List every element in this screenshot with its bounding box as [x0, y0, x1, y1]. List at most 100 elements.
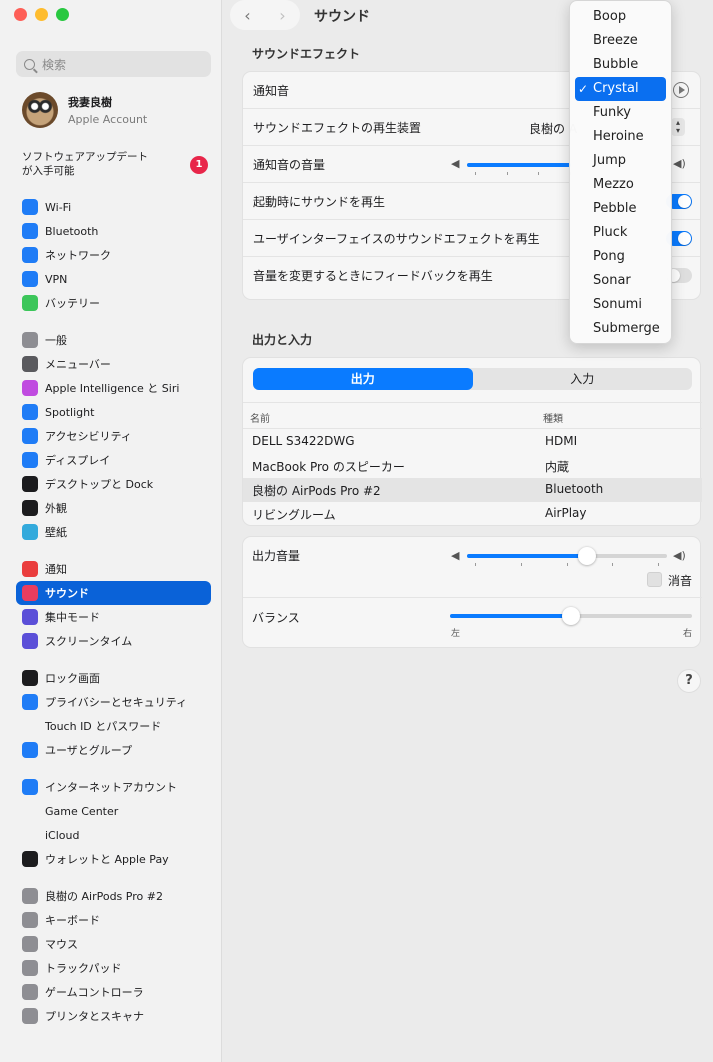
speaker-low-icon: ◀	[451, 549, 460, 562]
sidebar-item-users[interactable]: ユーザとグループ	[16, 738, 211, 762]
sidebar-item-bluetooth[interactable]: Bluetooth	[16, 219, 211, 243]
alert-volume-slider[interactable]	[467, 163, 571, 167]
minimize-window-button[interactable]	[35, 8, 48, 21]
account-item[interactable]: 我妻良樹 Apple Account	[22, 92, 147, 128]
menu-item[interactable]: Jump	[575, 149, 666, 173]
sidebar-item-airpods[interactable]: 良樹の AirPods Pro #2	[16, 884, 211, 908]
menu-item[interactable]: Sonar	[575, 269, 666, 293]
sidebar-item-accessibility[interactable]: アクセシビリティ	[16, 424, 211, 448]
alert-volume-ticks	[475, 172, 571, 175]
nav-group-accounts: インターネットアカウント Game Center iCloud ウォレットと Appl…	[16, 775, 211, 871]
sidebar-item-gear[interactable]: 一般	[16, 328, 211, 352]
sidebar-item-privacy-hand[interactable]: プライバシーとセキュリティ	[16, 690, 211, 714]
menu-item[interactable]: Sonumi	[575, 293, 666, 317]
help-button[interactable]: ?	[677, 669, 701, 693]
sidebar-item-display[interactable]: ディスプレイ	[16, 448, 211, 472]
sidebar-item-focus[interactable]: 集中モード	[16, 605, 211, 629]
sidebar-item-keyboard[interactable]: キーボード	[16, 908, 211, 932]
software-update-item[interactable]: ソフトウェアアップデートが入手可能 1	[22, 150, 208, 178]
sidebar-item-network[interactable]: ネットワーク	[16, 243, 211, 267]
zoom-window-button[interactable]	[56, 8, 69, 21]
balance-slider[interactable]	[450, 607, 692, 625]
battery-icon	[22, 295, 38, 311]
sidebar-item-sound[interactable]: サウンド	[16, 581, 211, 605]
menu-item[interactable]: Submerge	[575, 317, 666, 341]
sidebar-item-trackpad[interactable]: トラックパッド	[16, 956, 211, 980]
mute-checkbox[interactable]	[647, 572, 662, 587]
trackpad-icon	[22, 960, 38, 976]
menu-item[interactable]: Pebble	[575, 197, 666, 221]
tab-output[interactable]: 出力	[253, 368, 473, 390]
menu-item[interactable]: Breeze	[575, 29, 666, 53]
output-device-stepper[interactable]: ▴ ▾	[671, 118, 685, 136]
sidebar-item-label: VPN	[45, 272, 68, 286]
sidebar-item-label: Touch ID とパスワード	[45, 720, 162, 733]
sidebar-item-menubar[interactable]: メニューバー	[16, 352, 211, 376]
sidebar-item-lock[interactable]: ロック画面	[16, 666, 211, 690]
device-name: 良樹の AirPods Pro #2	[252, 484, 381, 498]
nav-group-system: 一般メニューバー Apple Intelligence と Siri Spotlig…	[16, 328, 211, 544]
sidebar-item-label: 一般	[45, 334, 67, 347]
bluetooth-icon	[22, 223, 38, 239]
gamecontroller-icon	[22, 984, 38, 1000]
menu-item[interactable]: Funky	[575, 101, 666, 125]
table-row-selected[interactable]: 良樹の AirPods Pro #2 Bluetooth	[243, 478, 702, 502]
sidebar-item-label: 外観	[45, 502, 67, 515]
tab-input[interactable]: 入力	[473, 368, 693, 390]
sidebar-item-label: プリンタとスキャナ	[45, 1010, 144, 1023]
sidebar-item-battery[interactable]: バッテリー	[16, 291, 211, 315]
sidebar-item-at[interactable]: インターネットアカウント	[16, 775, 211, 799]
table-row[interactable]: MacBook Pro のスピーカー 内蔵	[243, 454, 702, 478]
sound-effects-section-title: サウンドエフェクト	[252, 47, 361, 61]
menu-item[interactable]: Heroine	[575, 125, 666, 149]
sidebar-item-printer[interactable]: プリンタとスキャナ	[16, 1004, 211, 1028]
sidebar-item-icloud[interactable]: iCloud	[16, 823, 211, 847]
menu-item[interactable]: Boop	[575, 5, 666, 29]
sidebar-item-vpn[interactable]: VPN	[16, 267, 211, 291]
sidebar-item-spotlight[interactable]: Spotlight	[16, 400, 211, 424]
menubar-icon	[22, 356, 38, 372]
play-icon[interactable]	[673, 82, 689, 98]
menu-item-label: Sonumi	[593, 297, 642, 312]
sidebar-item-label: デスクトップと Dock	[45, 478, 154, 491]
output-volume-slider[interactable]	[467, 547, 667, 565]
sidebar-item-wallet[interactable]: ウォレットと Apple Pay	[16, 847, 211, 871]
output-device-label: サウンドエフェクトの再生装置	[253, 120, 422, 135]
menu-item[interactable]: Mezzo	[575, 173, 666, 197]
balance-knob[interactable]	[562, 607, 580, 625]
sidebar-item-notification[interactable]: 通知	[16, 557, 211, 581]
search-field[interactable]: 検索	[16, 51, 211, 77]
sidebar-item-wallpaper[interactable]: 壁紙	[16, 520, 211, 544]
menu-item[interactable]: Pluck	[575, 221, 666, 245]
siri-icon	[22, 380, 38, 396]
menu-item[interactable]: ✓ Crystal	[575, 77, 666, 101]
table-row[interactable]: DELL S3422DWG HDMI	[243, 430, 702, 454]
back-button[interactable]: ‹	[244, 6, 250, 25]
sidebar-item-wifi[interactable]: Wi-Fi	[16, 195, 211, 219]
search-icon	[24, 58, 35, 70]
sidebar-item-appearance[interactable]: 外観	[16, 496, 211, 520]
sidebar-item-gamecenter[interactable]: Game Center	[16, 799, 211, 823]
column-name-header[interactable]: 名前	[250, 410, 270, 425]
sidebar-item-dock[interactable]: デスクトップと Dock	[16, 472, 211, 496]
close-window-button[interactable]	[14, 8, 27, 21]
sidebar-item-label: Wi-Fi	[45, 200, 72, 214]
sidebar-item-gamecontroller[interactable]: ゲームコントローラ	[16, 980, 211, 1004]
sidebar-item-screentime[interactable]: スクリーンタイム	[16, 629, 211, 653]
sidebar-item-label: Bluetooth	[45, 224, 99, 238]
menu-item[interactable]: Bubble	[575, 53, 666, 77]
device-type: Bluetooth	[545, 482, 604, 496]
forward-button[interactable]: ›	[279, 6, 285, 25]
menu-item-label: Mezzo	[593, 177, 634, 192]
network-icon	[22, 247, 38, 263]
sidebar-item-mouse[interactable]: マウス	[16, 932, 211, 956]
sidebar-item-siri[interactable]: Apple Intelligence と Siri	[16, 376, 211, 400]
menu-item-label: Jump	[593, 153, 626, 168]
menu-item[interactable]: Pong	[575, 245, 666, 269]
device-name: MacBook Pro のスピーカー	[252, 460, 405, 474]
table-row[interactable]: リビングルーム AirPlay	[243, 502, 702, 526]
sidebar-item-fingerprint[interactable]: Touch ID とパスワード	[16, 714, 211, 738]
device-type: 内蔵	[545, 460, 570, 474]
column-type-header[interactable]: 種類	[543, 410, 563, 425]
balance-label: バランス	[252, 611, 300, 625]
